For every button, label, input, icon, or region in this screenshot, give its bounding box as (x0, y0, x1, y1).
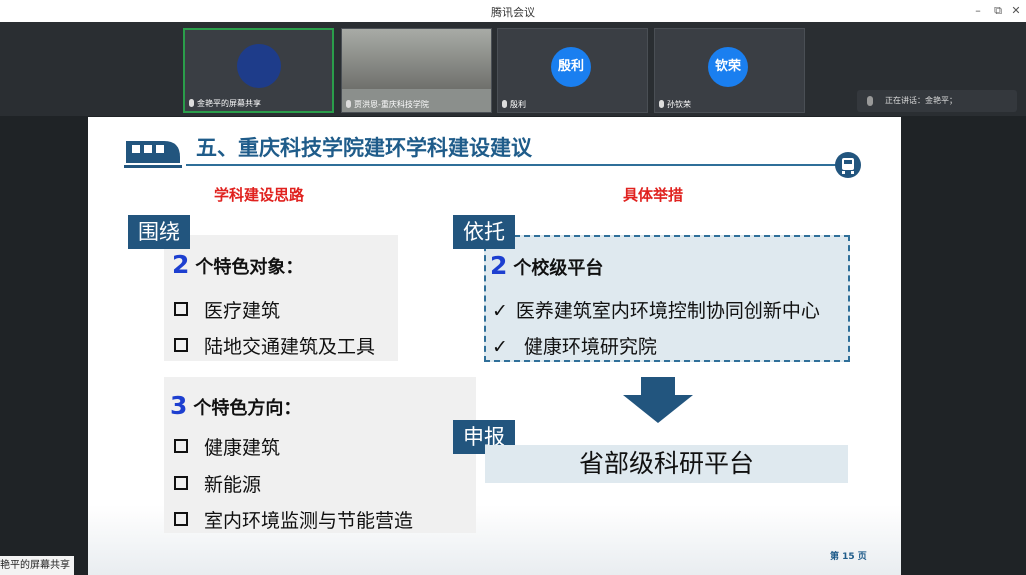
check-icon: ✓ (492, 300, 508, 322)
tag-surround: 围绕 (128, 215, 190, 249)
maximize-button[interactable]: ⧉ (988, 2, 1008, 20)
list-item: 健康建筑 (174, 433, 280, 460)
participant-tile[interactable]: 钦荣 孙钦荣 (654, 28, 805, 113)
tag-rely: 依托 (453, 215, 515, 249)
check-icon: ✓ (492, 336, 508, 358)
participant-name: 殷利 (510, 100, 526, 109)
participant-name: 金艳平的屏幕共享 (197, 99, 261, 108)
speaking-indicator: 正在讲话：金艳平； (857, 90, 1017, 112)
avatar: 钦荣 (708, 47, 748, 87)
participant-tile[interactable]: 金艳平的屏幕共享 (183, 28, 334, 113)
participant-tile[interactable]: 贾洪恩-重庆科技学院 (341, 28, 492, 113)
title-bar: 腾讯会议 – ⧉ ✕ (0, 0, 1026, 23)
train-icon (124, 141, 182, 168)
square-icon (174, 512, 188, 526)
down-arrow-icon (623, 377, 693, 423)
participant-name: 贾洪恩-重庆科技学院 (354, 100, 429, 109)
group-heading: 2 个校级平台 (490, 251, 604, 280)
mic-icon (346, 100, 351, 108)
page-number: 第 15 页 (830, 552, 867, 562)
train-badge-icon (835, 152, 861, 178)
participant-strip: 金艳平的屏幕共享 贾洪恩-重庆科技学院 殷利 殷利 钦荣 孙钦荣 正在讲话：金艳… (0, 22, 1026, 116)
list-item: 医疗建筑 (174, 296, 280, 323)
group-heading: 2 个特色对象： (172, 250, 304, 279)
square-icon (174, 338, 188, 352)
title-underline (186, 164, 836, 166)
shared-slide: 五、重庆科技学院建环学科建设建议 学科建设思路 具体举措 围绕 2 个特色对象： … (88, 117, 901, 575)
mic-icon (189, 99, 194, 107)
list-item: 室内环境监测与节能营造 (174, 506, 413, 533)
square-icon (174, 439, 188, 453)
right-subtitle: 具体举措 (623, 186, 684, 204)
close-button[interactable]: ✕ (1006, 2, 1026, 20)
mic-icon (867, 96, 873, 106)
screen-share-label: 艳平的屏幕共享 (0, 556, 74, 575)
mic-icon (502, 100, 507, 108)
group-heading: 3 个特色方向： (170, 391, 302, 420)
minimize-button[interactable]: – (968, 2, 988, 20)
target-platform: 省部级科研平台 (485, 445, 848, 483)
list-item: ✓ 医养建筑室内环境控制协同创新中心 (492, 300, 820, 322)
window-title: 腾讯会议 (491, 6, 535, 19)
video-feed (342, 29, 491, 89)
mic-icon (659, 100, 664, 108)
square-icon (174, 302, 188, 316)
participant-tile[interactable]: 殷利 殷利 (497, 28, 648, 113)
participant-name: 孙钦荣 (667, 100, 691, 109)
list-item: ✓ 健康环境研究院 (492, 336, 657, 358)
avatar: 殷利 (551, 47, 591, 87)
screen-share-thumbnail (237, 44, 281, 88)
left-subtitle: 学科建设思路 (214, 186, 305, 204)
speaking-text: 正在讲话：金艳平； (885, 96, 957, 105)
list-item: 陆地交通建筑及工具 (174, 332, 375, 359)
slide-title: 五、重庆科技学院建环学科建设建议 (196, 136, 532, 160)
square-icon (174, 476, 188, 490)
list-item: 新能源 (174, 470, 261, 497)
